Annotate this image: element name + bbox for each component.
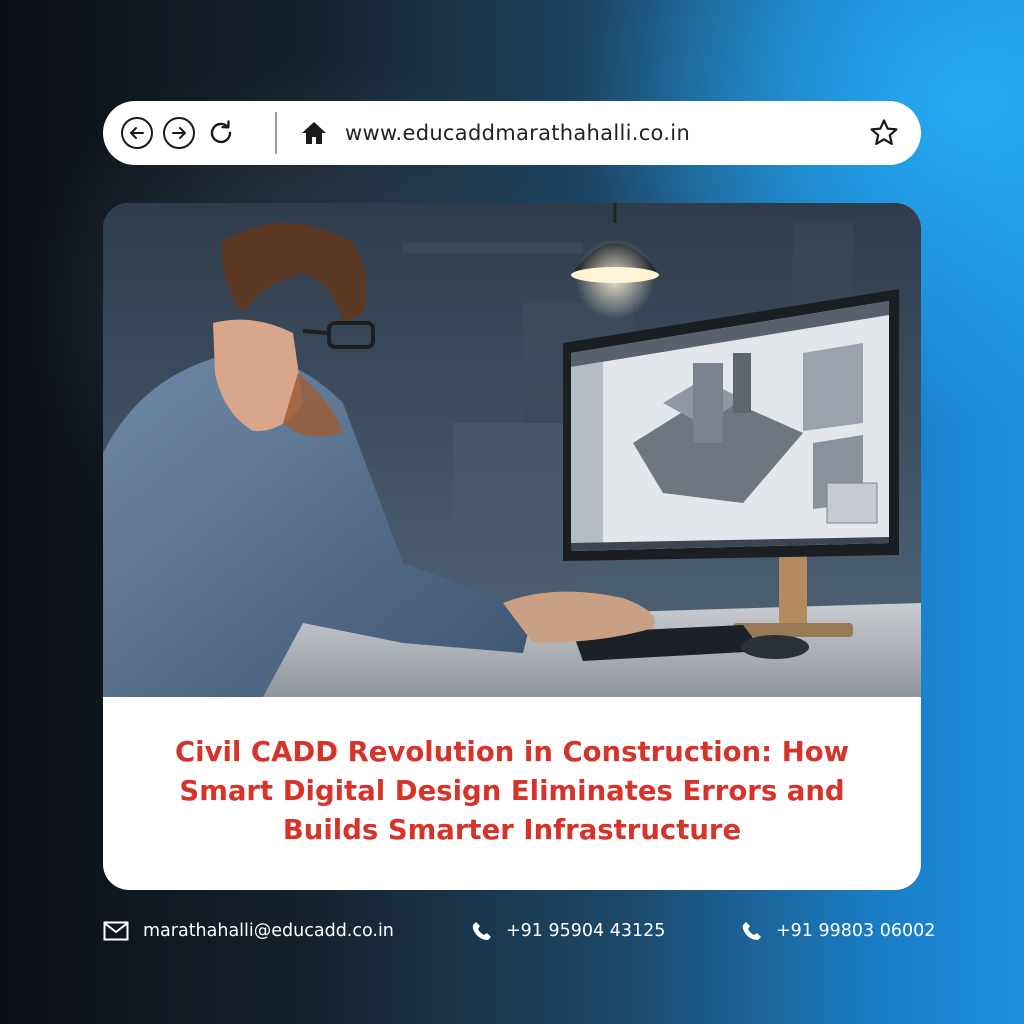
article-card: Civil CADD Revolution in Construction: H… [103, 203, 921, 890]
article-headline: Civil CADD Revolution in Construction: H… [103, 733, 921, 850]
browser-bar: www.educaddmarathahalli.co.in [103, 101, 921, 165]
contact-phone-2[interactable]: +91 99803 06002 [742, 921, 935, 941]
forward-button[interactable] [163, 117, 195, 149]
back-arrow-icon [130, 127, 144, 139]
home-icon [302, 122, 326, 144]
headline-line-1: Civil CADD Revolution in Construction: H… [174, 736, 850, 768]
phone-1-text[interactable]: +91 95904 43125 [506, 921, 665, 941]
hero-photo [103, 203, 921, 697]
home-button[interactable] [301, 121, 327, 145]
headline-line-3: Builds Smarter Infrastructure [282, 814, 742, 846]
phone-icon [472, 922, 491, 940]
url-address[interactable]: www.educaddmarathahalli.co.in [345, 121, 690, 145]
headline-line-2: Smart Digital Design Eliminates Errors a… [179, 775, 845, 807]
phone-2-text[interactable]: +91 99803 06002 [776, 921, 935, 941]
contact-phone-1[interactable]: +91 95904 43125 [472, 921, 665, 941]
email-text[interactable]: marathahalli@educadd.co.in [143, 921, 394, 941]
reload-icon [210, 120, 232, 144]
phone-icon [742, 922, 761, 940]
back-button[interactable] [121, 117, 153, 149]
star-icon[interactable] [869, 118, 899, 148]
forward-arrow-icon [172, 127, 186, 139]
contact-email[interactable]: marathahalli@educadd.co.in [103, 921, 394, 941]
mail-icon [103, 921, 129, 941]
reload-button[interactable] [205, 117, 237, 149]
toolbar-divider [275, 112, 277, 154]
